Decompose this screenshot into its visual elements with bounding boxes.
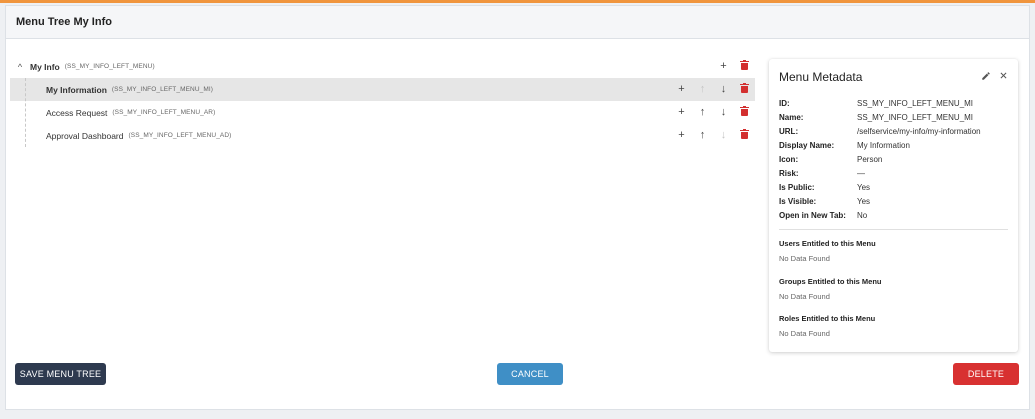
empty-state: No Data Found <box>779 329 830 338</box>
tree-item-label: My Info <box>30 61 60 72</box>
tree-row-my-information[interactable]: My Information (SS_MY_INFO_LEFT_MENU_MI)… <box>10 78 755 101</box>
add-icon[interactable]: + <box>671 84 692 95</box>
tree-row-my-info[interactable]: ^ My Info (SS_MY_INFO_LEFT_MENU) + <box>10 55 755 78</box>
tree-item-label: Access Request <box>46 107 108 118</box>
field-key: Display Name: <box>779 140 835 150</box>
page-title: Menu Tree My Info <box>16 16 112 28</box>
metadata-actions <box>981 71 1008 84</box>
metadata-field-id: ID: SS_MY_INFO_LEFT_MENU_MI <box>779 96 1008 110</box>
field-key: URL: <box>779 126 799 136</box>
metadata-field-risk: Risk: — <box>779 166 1008 180</box>
metadata-field-display-name: Display Name: My Information <box>779 138 1008 152</box>
field-key: ID: <box>779 98 790 108</box>
trash-icon[interactable] <box>734 59 755 73</box>
chevron-up-icon[interactable]: ^ <box>13 62 27 72</box>
tree-row-approval-dashboard[interactable]: Approval Dashboard (SS_MY_INFO_LEFT_MENU… <box>10 124 755 147</box>
field-key: Name: <box>779 112 804 122</box>
field-key: Risk: <box>779 168 799 178</box>
tree-item-code: (SS_MY_INFO_LEFT_MENU) <box>64 63 155 70</box>
field-value: Person <box>857 154 883 164</box>
close-icon[interactable] <box>999 71 1008 83</box>
row-actions: + ↑ ↓ <box>671 101 755 124</box>
field-key: Icon: <box>779 154 799 164</box>
tree-item-code: (SS_MY_INFO_LEFT_MENU_AD) <box>128 132 232 139</box>
trash-icon[interactable] <box>734 128 755 142</box>
row-actions: + ↑ ↓ <box>671 124 755 147</box>
trash-icon[interactable] <box>734 105 755 119</box>
field-value: SS_MY_INFO_LEFT_MENU_MI <box>857 98 974 108</box>
delete-button[interactable]: DELETE <box>953 363 1019 385</box>
section-title: Roles Entitled to this Menu <box>779 314 876 323</box>
trash-icon[interactable] <box>734 82 755 96</box>
cancel-button[interactable]: CANCEL <box>497 363 563 385</box>
add-icon[interactable]: + <box>671 130 692 141</box>
arrow-up-icon[interactable]: ↑ <box>692 107 713 118</box>
metadata-divider <box>779 229 1008 230</box>
empty-state: No Data Found <box>779 291 830 301</box>
field-key: Open in New Tab: <box>779 210 846 220</box>
menu-metadata-card: Menu Metadata ID: SS_MY_INFO_LEFT_MENU_M… <box>769 59 1018 352</box>
tree-item-code: (SS_MY_INFO_LEFT_MENU_AR) <box>112 109 216 116</box>
metadata-field-icon: Icon: Person <box>779 152 1008 166</box>
arrow-down-icon[interactable]: ↓ <box>713 84 734 95</box>
row-actions: + ↑ ↓ <box>671 78 755 101</box>
empty-state: No Data Found <box>779 254 830 263</box>
field-key: Is Public: <box>779 182 815 192</box>
field-value: Yes <box>857 196 871 206</box>
field-key: Is Visible: <box>779 196 817 206</box>
metadata-title: Menu Metadata <box>779 70 863 84</box>
section-title: Groups Entitled to this Menu <box>779 276 882 286</box>
tree-guide-line <box>25 78 26 147</box>
menu-tree: ^ My Info (SS_MY_INFO_LEFT_MENU) + My In… <box>10 55 755 147</box>
metadata-field-is-public: Is Public: Yes <box>779 180 1008 194</box>
tree-item-label: My Information <box>46 84 107 95</box>
metadata-field-name: Name: SS_MY_INFO_LEFT_MENU_MI <box>779 110 1008 124</box>
tree-row-access-request[interactable]: Access Request (SS_MY_INFO_LEFT_MENU_AR)… <box>10 101 755 124</box>
arrow-down-icon: ↓ <box>720 129 727 141</box>
top-accent-bar <box>0 0 1035 3</box>
edit-icon[interactable] <box>981 71 991 84</box>
metadata-fields: ID: SS_MY_INFO_LEFT_MENU_MI Name: SS_MY_… <box>779 96 1008 222</box>
arrow-up-icon: ↑ <box>699 83 706 95</box>
tree-item-code: (SS_MY_INFO_LEFT_MENU_MI) <box>111 86 214 93</box>
metadata-field-url: URL: /selfservice/my-info/my-information <box>779 124 1008 138</box>
save-menu-tree-button[interactable]: SAVE MENU TREE <box>15 363 106 385</box>
add-icon[interactable]: + <box>713 61 734 72</box>
groups-entitled-section: Groups Entitled to this Menu No Data Fou… <box>779 277 1008 315</box>
field-value: SS_MY_INFO_LEFT_MENU_MI <box>857 112 974 122</box>
field-value: Yes <box>857 182 871 192</box>
section-title: Users Entitled to this Menu <box>779 239 876 248</box>
field-value: — <box>857 168 865 178</box>
add-icon[interactable]: + <box>671 107 692 118</box>
field-value: My Information <box>857 140 910 150</box>
panel-header: Menu Tree My Info <box>6 6 1029 39</box>
tree-item-label: Approval Dashboard <box>46 130 124 141</box>
arrow-down-icon[interactable]: ↓ <box>713 107 734 118</box>
users-entitled-section: Users Entitled to this Menu No Data Foun… <box>779 239 1008 277</box>
metadata-field-open-new-tab: Open in New Tab: No <box>779 208 1008 222</box>
field-value: No <box>857 210 868 220</box>
metadata-header: Menu Metadata <box>779 59 1008 95</box>
arrow-up-icon[interactable]: ↑ <box>692 130 713 141</box>
field-value: /selfservice/my-info/my-information <box>857 126 981 136</box>
row-actions: + <box>713 55 755 78</box>
roles-entitled-section: Roles Entitled to this Menu No Data Foun… <box>779 314 1008 352</box>
metadata-field-is-visible: Is Visible: Yes <box>779 194 1008 208</box>
